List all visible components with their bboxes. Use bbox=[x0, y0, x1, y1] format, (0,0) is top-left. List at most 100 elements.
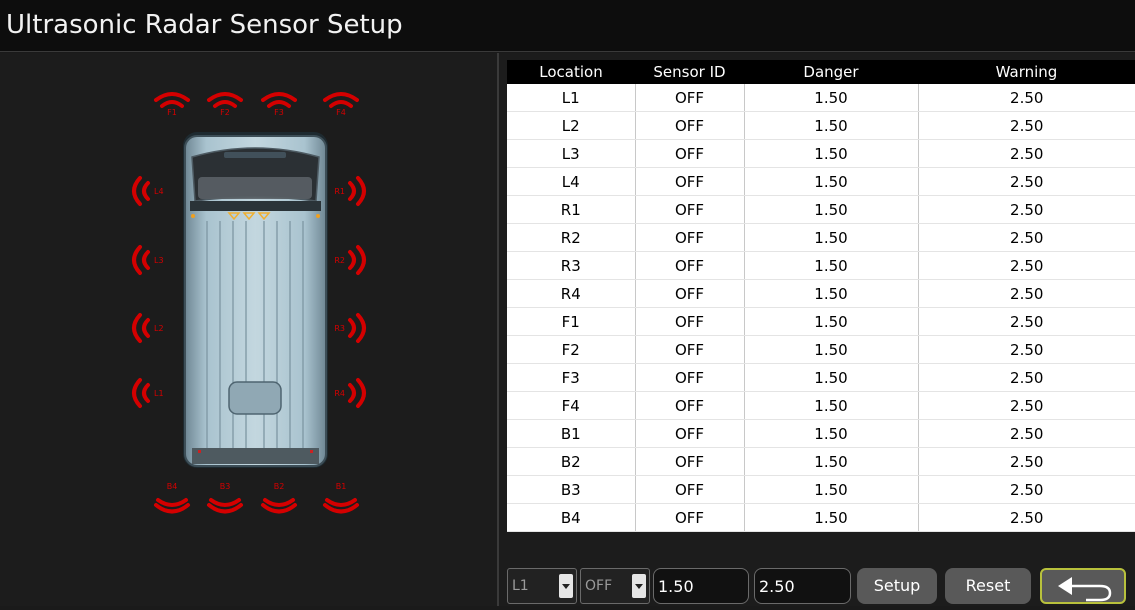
cell-sensor-id: OFF bbox=[635, 84, 745, 112]
table-row[interactable]: B1 OFF 1.50 2.50 bbox=[507, 419, 1135, 448]
sensor-table: Location Sensor ID Danger Warning L1 OFF 1… bbox=[507, 60, 1135, 532]
sensor-label-r2: R2 bbox=[334, 256, 345, 265]
table-row[interactable]: L4 OFF 1.50 2.50 bbox=[507, 167, 1135, 196]
cell-location: B3 bbox=[507, 475, 636, 504]
sensor-l4-icon bbox=[132, 176, 150, 206]
location-dropdown-value: L1 bbox=[512, 578, 529, 594]
sensor-label-f3: F3 bbox=[274, 108, 284, 117]
cell-location: B4 bbox=[507, 503, 636, 532]
column-header-location: Location bbox=[507, 60, 635, 84]
cell-warning: 2.50 bbox=[918, 167, 1135, 196]
cell-location: L3 bbox=[507, 139, 636, 168]
left-sensors bbox=[132, 176, 150, 408]
sensor-label-l3: L3 bbox=[154, 256, 164, 265]
setup-button[interactable]: Setup bbox=[857, 568, 937, 604]
sensor-r2-icon bbox=[348, 245, 366, 275]
cell-sensor-id: OFF bbox=[635, 111, 745, 140]
reset-button[interactable]: Reset bbox=[945, 568, 1031, 604]
cell-location: R4 bbox=[507, 279, 636, 308]
sensor-r4-icon bbox=[348, 378, 366, 408]
sensor-label-r1: R1 bbox=[334, 187, 345, 196]
sensor-l3-icon bbox=[132, 245, 150, 275]
cell-location: R2 bbox=[507, 223, 636, 252]
cell-danger: 1.50 bbox=[744, 223, 919, 252]
cell-danger: 1.50 bbox=[744, 251, 919, 280]
table-row[interactable]: F2 OFF 1.50 2.50 bbox=[507, 335, 1135, 364]
edit-controls: L1 OFF Setup Reset bbox=[507, 566, 1135, 606]
cell-warning: 2.50 bbox=[918, 195, 1135, 224]
cell-danger: 1.50 bbox=[744, 279, 919, 308]
table-row[interactable]: L1 OFF 1.50 2.50 bbox=[507, 84, 1135, 112]
table-row[interactable]: L2 OFF 1.50 2.50 bbox=[507, 111, 1135, 140]
table-row[interactable]: F3 OFF 1.50 2.50 bbox=[507, 363, 1135, 392]
table-row[interactable]: R4 OFF 1.50 2.50 bbox=[507, 279, 1135, 308]
location-dropdown[interactable]: L1 bbox=[507, 568, 577, 604]
column-header-sensor-id: Sensor ID bbox=[635, 60, 744, 84]
right-sensors bbox=[348, 176, 366, 408]
cell-warning: 2.50 bbox=[918, 335, 1135, 364]
sensor-label-f2: F2 bbox=[220, 108, 230, 117]
table-row[interactable]: F1 OFF 1.50 2.50 bbox=[507, 307, 1135, 336]
warning-input[interactable] bbox=[754, 568, 851, 604]
cell-warning: 2.50 bbox=[918, 363, 1135, 392]
back-button[interactable] bbox=[1040, 568, 1126, 604]
sensor-id-dropdown-value: OFF bbox=[585, 578, 613, 594]
cell-location: L2 bbox=[507, 111, 636, 140]
table-row[interactable]: F4 OFF 1.50 2.50 bbox=[507, 391, 1135, 420]
cell-sensor-id: OFF bbox=[635, 419, 745, 448]
cell-danger: 1.50 bbox=[744, 167, 919, 196]
cell-danger: 1.50 bbox=[744, 391, 919, 420]
danger-input[interactable] bbox=[653, 568, 749, 604]
cell-sensor-id: OFF bbox=[635, 475, 745, 504]
cell-warning: 2.50 bbox=[918, 391, 1135, 420]
sensor-label-l4: L4 bbox=[154, 187, 164, 196]
table-row[interactable]: R2 OFF 1.50 2.50 bbox=[507, 223, 1135, 252]
cell-warning: 2.50 bbox=[918, 503, 1135, 532]
chevron-down-icon[interactable] bbox=[632, 574, 646, 598]
cell-danger: 1.50 bbox=[744, 84, 919, 112]
cell-warning: 2.50 bbox=[918, 447, 1135, 476]
sensor-f4-icon bbox=[323, 92, 359, 108]
cell-danger: 1.50 bbox=[744, 419, 919, 448]
title-bar: Ultrasonic Radar Sensor Setup bbox=[0, 0, 1135, 52]
cell-location: F1 bbox=[507, 307, 636, 336]
cell-sensor-id: OFF bbox=[635, 447, 745, 476]
cell-danger: 1.50 bbox=[744, 447, 919, 476]
cell-warning: 2.50 bbox=[918, 84, 1135, 112]
cell-danger: 1.50 bbox=[744, 111, 919, 140]
cell-danger: 1.50 bbox=[744, 503, 919, 532]
table-row[interactable]: R3 OFF 1.50 2.50 bbox=[507, 251, 1135, 280]
chevron-down-icon[interactable] bbox=[559, 574, 573, 598]
cell-warning: 2.50 bbox=[918, 475, 1135, 504]
sensor-b1-icon bbox=[323, 498, 359, 514]
cell-location: F3 bbox=[507, 363, 636, 392]
cell-warning: 2.50 bbox=[918, 419, 1135, 448]
cell-sensor-id: OFF bbox=[635, 503, 745, 532]
table-row[interactable]: B2 OFF 1.50 2.50 bbox=[507, 447, 1135, 476]
table-row[interactable]: R1 OFF 1.50 2.50 bbox=[507, 195, 1135, 224]
table-row[interactable]: L3 OFF 1.50 2.50 bbox=[507, 139, 1135, 168]
cell-sensor-id: OFF bbox=[635, 223, 745, 252]
sensor-label-l2: L2 bbox=[154, 324, 164, 333]
sensor-id-dropdown[interactable]: OFF bbox=[580, 568, 650, 604]
table-row[interactable]: B3 OFF 1.50 2.50 bbox=[507, 475, 1135, 504]
cell-location: L1 bbox=[507, 84, 636, 112]
sensor-r1-icon bbox=[348, 176, 366, 206]
cell-danger: 1.50 bbox=[744, 335, 919, 364]
cell-warning: 2.50 bbox=[918, 111, 1135, 140]
cell-warning: 2.50 bbox=[918, 279, 1135, 308]
cell-location: B1 bbox=[507, 419, 636, 448]
sensor-f1-icon bbox=[154, 92, 190, 108]
cell-sensor-id: OFF bbox=[635, 335, 745, 364]
vehicle-diagram: F1 F2 F3 F4 L4 L3 L2 L1 R1 R2 R3 R4 B4 B… bbox=[132, 92, 366, 514]
cell-sensor-id: OFF bbox=[635, 307, 745, 336]
cell-location: R3 bbox=[507, 251, 636, 280]
cell-warning: 2.50 bbox=[918, 139, 1135, 168]
cell-warning: 2.50 bbox=[918, 307, 1135, 336]
table-row[interactable]: B4 OFF 1.50 2.50 bbox=[507, 503, 1135, 532]
sensor-label-b2: B2 bbox=[274, 482, 285, 491]
sensor-f2-icon bbox=[207, 92, 243, 108]
cell-warning: 2.50 bbox=[918, 251, 1135, 280]
back-arrow-icon bbox=[1058, 577, 1112, 602]
cell-danger: 1.50 bbox=[744, 139, 919, 168]
